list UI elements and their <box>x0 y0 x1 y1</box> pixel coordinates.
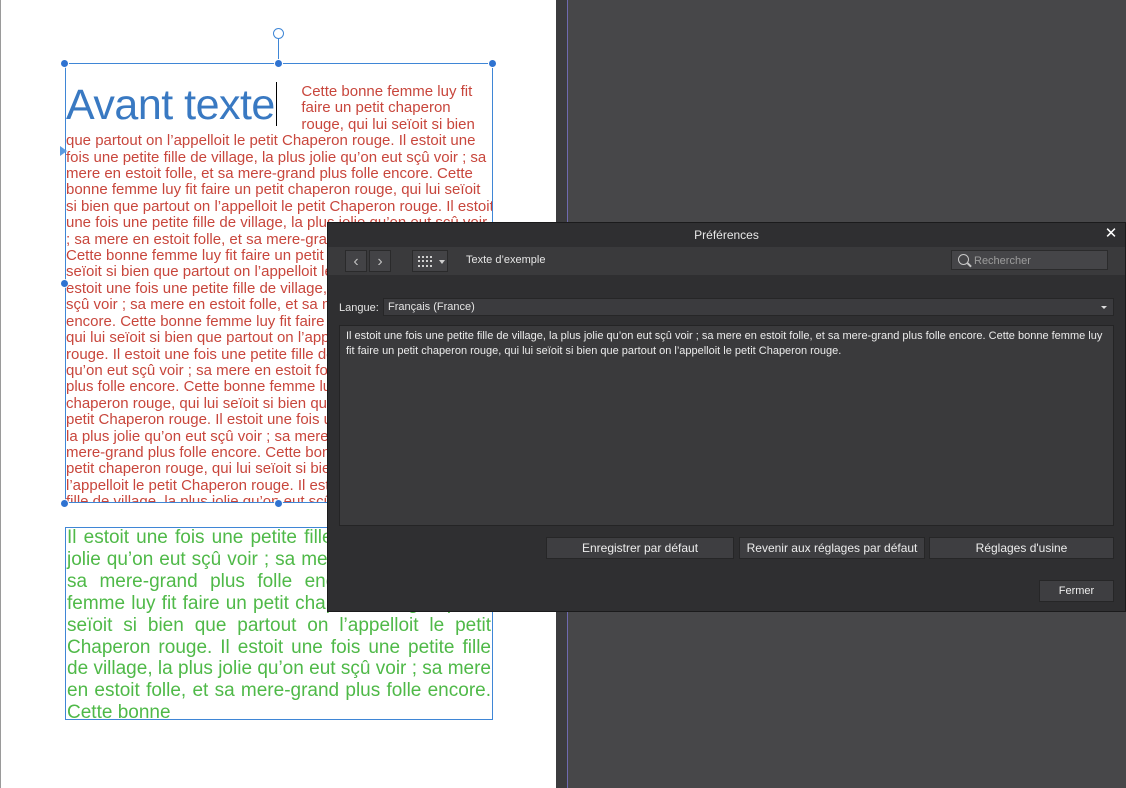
back-button[interactable]: ‹ <box>345 250 367 272</box>
forward-button[interactable]: › <box>369 250 391 272</box>
preferences-dialog: Préférences ✕ ‹ › Texte d’exemple Langue… <box>327 222 1126 612</box>
section-title: Texte d’exemple <box>466 254 546 266</box>
chevron-left-icon: ‹ <box>353 253 359 270</box>
handle-top-center[interactable] <box>274 59 283 68</box>
text-flow-link-icon[interactable] <box>60 146 67 156</box>
close-button[interactable]: Fermer <box>1039 580 1114 602</box>
save-default-button[interactable]: Enregistrer par défaut <box>546 537 734 559</box>
close-icon[interactable]: ✕ <box>1103 226 1119 242</box>
grid-icon <box>418 256 432 267</box>
language-select[interactable]: Français (France) <box>383 298 1114 316</box>
handle-top-left[interactable] <box>60 59 69 68</box>
language-value: Français (France) <box>388 301 475 313</box>
rotation-handle[interactable] <box>273 28 284 39</box>
revert-default-button[interactable]: Revenir aux réglages par défaut <box>739 537 925 559</box>
handle-middle-left[interactable] <box>60 279 69 288</box>
search-input[interactable] <box>972 252 1108 270</box>
headline-label: Avant texte <box>66 81 275 129</box>
factory-settings-button[interactable]: Réglages d'usine <box>929 537 1114 559</box>
headline-text[interactable]: Avant texte <box>66 81 278 129</box>
language-label: Langue: <box>339 302 379 314</box>
search-box[interactable] <box>951 250 1108 270</box>
caret-down-icon <box>439 260 445 264</box>
handle-top-right[interactable] <box>488 59 497 68</box>
chevron-down-icon <box>1101 306 1107 309</box>
search-icon <box>958 254 969 265</box>
handle-bottom-left[interactable] <box>60 499 69 508</box>
sample-text-area[interactable]: Il estoit une fois une petite fille de v… <box>339 325 1114 526</box>
all-sections-button[interactable] <box>412 250 448 272</box>
chevron-right-icon: › <box>377 253 383 270</box>
handle-bottom-center[interactable] <box>274 499 283 508</box>
text-caret <box>275 82 278 126</box>
dialog-title: Préférences <box>694 228 759 242</box>
dialog-toolbar: ‹ › Texte d’exemple <box>328 247 1125 275</box>
